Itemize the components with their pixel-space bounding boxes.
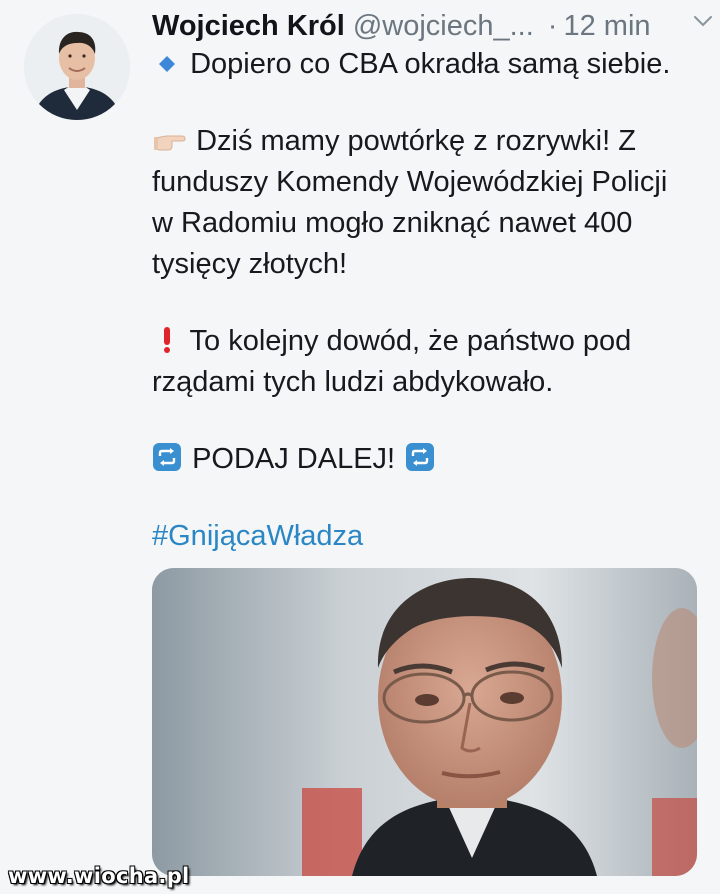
blue-diamond-icon [152,48,182,89]
repeat-arrows-icon [403,442,435,484]
tweet-line: Dziś mamy powtórkę z rozrywki! Z [152,121,702,162]
tweet-body: Dopiero co CBA okradła samą siebie. Dziś… [152,44,702,557]
tweet-line: w Radomiu mogło zniknąć nawet 400 [152,207,633,239]
author-avatar[interactable] [24,14,130,120]
tweet-timestamp[interactable]: 12 min [563,10,650,43]
tweet-text: PODAJ DALEJ! [192,443,396,475]
separator-dot: · [547,9,558,42]
tweet-line: funduszy Komendy Wojewódzkiej Policji [152,166,668,198]
tweet-card[interactable]: Wojciech Król @wojciech_... · 12 min Dop… [0,0,720,894]
pointing-right-hand-icon [152,125,188,166]
author-name[interactable]: Wojciech Król [152,10,345,43]
chevron-down-icon[interactable] [692,10,714,32]
tweet-text: To kolejny dowód, że państwo pod [189,325,632,357]
repeat-arrows-icon [152,442,184,484]
watermark-text: www.wiocha.pl [8,864,190,888]
tweet-text: Dopiero co CBA okradła samą siebie. [190,48,671,80]
tweet-header: Wojciech Król @wojciech_... · 12 min [152,6,697,46]
tweet-line: rządami tych ludzi abdykowało. [152,366,554,398]
tweet-line: Dopiero co CBA okradła samą siebie. [152,44,702,85]
author-handle[interactable]: @wojciech_... [353,10,534,43]
tweet-line: To kolejny dowód, że państwo pod [152,321,702,362]
tweet-line: tysięcy złotych! [152,248,347,280]
hashtag-link[interactable]: #GnijącaWładza [152,516,702,557]
tweet-photo[interactable] [152,568,697,876]
red-exclamation-icon [152,324,182,366]
tweet-line: PODAJ DALEJ! [152,439,702,480]
tweet-text: Dziś mamy powtórkę z rozrywki! Z [196,125,636,157]
